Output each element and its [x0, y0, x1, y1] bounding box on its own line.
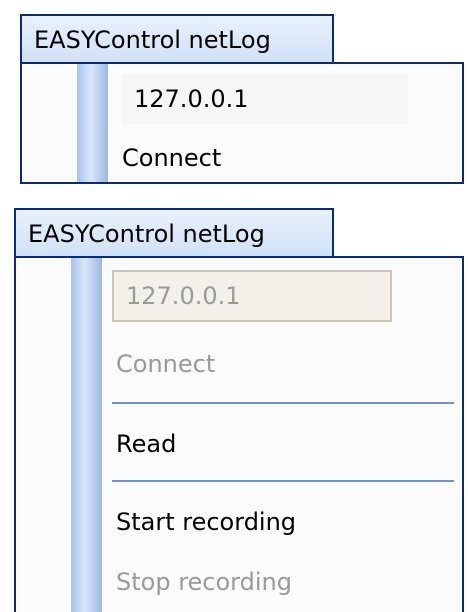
- dropdown-menu: 127.0.0.1 Connect: [20, 62, 464, 184]
- menu-tab-easycontrol-netlog[interactable]: EASYControl netLog: [20, 14, 334, 64]
- connect-menu-item[interactable]: Connect: [122, 146, 221, 170]
- ip-address-field-disabled: 127.0.0.1: [112, 270, 392, 322]
- read-menu-item[interactable]: Read: [116, 432, 176, 456]
- menu-separator: [112, 402, 454, 404]
- ip-address-value: 127.0.0.1: [126, 282, 241, 310]
- screenshot-canvas: EASYControl netLog 127.0.0.1 Connect EAS…: [0, 0, 468, 612]
- start-recording-menu-item[interactable]: Start recording: [116, 510, 296, 534]
- connect-menu-item: Connect: [116, 350, 216, 378]
- menu-icon-gutter: [77, 64, 108, 182]
- stop-recording-menu-item: Stop recording: [116, 568, 292, 596]
- menu-tab-label: EASYControl netLog: [28, 220, 265, 248]
- ip-address-field[interactable]: 127.0.0.1: [122, 74, 408, 124]
- menu-tab-easycontrol-netlog[interactable]: EASYControl netLog: [14, 208, 334, 258]
- menu-icon-gutter: [71, 258, 102, 612]
- ip-address-value: 127.0.0.1: [134, 85, 249, 113]
- menu-separator: [112, 480, 454, 482]
- dropdown-menu: 127.0.0.1 Connect Read Start recording S…: [14, 256, 464, 612]
- menu-tab-label: EASYControl netLog: [34, 26, 271, 54]
